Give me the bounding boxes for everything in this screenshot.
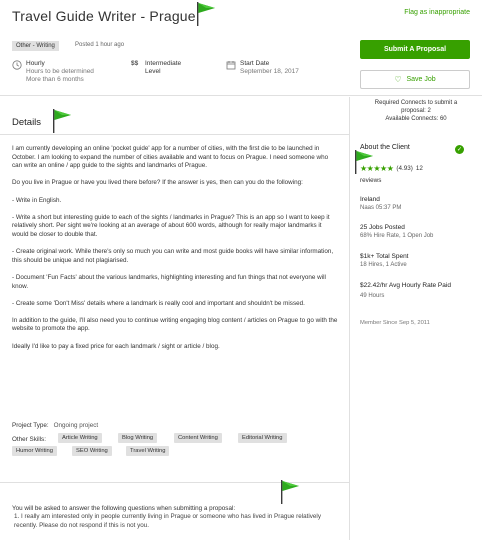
description-paragraph: - Create some 'Don't Miss' details where… <box>12 299 305 307</box>
hires-active: 18 Hires, 1 Active <box>360 262 407 268</box>
skill-tag[interactable]: Content Writing <box>174 433 222 443</box>
client-country: Ireland <box>360 196 380 203</box>
rating-score: (4.93) <box>396 165 413 172</box>
verified-check-icon: ✓ <box>455 145 464 154</box>
avg-hourly-rate: $22.42/hr Avg Hourly Rate Paid <box>360 282 451 289</box>
hourly-length: More than 6 months <box>26 76 84 83</box>
member-since: Member Since Sep 5, 2011 <box>360 320 430 326</box>
level-label: Intermediate <box>145 60 182 67</box>
save-job-label: Save Job <box>406 76 436 83</box>
questions-list: 1. I really am interested only in people… <box>14 513 334 530</box>
posted-time: Posted 1 hour ago <box>75 42 125 48</box>
details-divider <box>0 134 350 135</box>
heart-icon: ♡ <box>394 75 402 84</box>
review-count: 12 <box>415 165 423 172</box>
calendar-icon <box>226 60 236 70</box>
category-badge[interactable]: Other - Writing <box>12 41 59 51</box>
description-paragraph: - Write a short but interesting guide to… <box>12 213 330 238</box>
questions-intro: You will be asked to answer the followin… <box>12 505 236 512</box>
level-label-2: Level <box>145 68 161 75</box>
client-avg-rate: $22.42/hr Avg Hourly Rate Paid 49 Hours <box>360 281 464 301</box>
total-spent: $1k+ Total Spent <box>360 253 409 260</box>
description-paragraph: Do you live in Prague or have you lived … <box>12 179 303 187</box>
client-jobs-posted: 25 Jobs Posted 68% Hire Rate, 1 Open Job <box>360 224 433 239</box>
clock-icon <box>12 60 22 70</box>
description-paragraph: - Create original work. While there's on… <box>12 248 334 264</box>
dollar-level-icon: $$ <box>131 60 139 67</box>
green-flag-icon <box>280 480 300 504</box>
start-date-label: Start Date <box>240 60 270 67</box>
description-paragraph: - Document 'Fun Facts' about the various… <box>12 273 326 290</box>
skill-tag[interactable]: Blog Writing <box>118 433 158 443</box>
connects-line-1: Required Connects to submit a <box>374 100 458 106</box>
hire-rate: 68% Hire Rate, 1 Open Job <box>360 233 434 239</box>
job-description: I am currently developing an online 'poc… <box>12 145 338 360</box>
connects-line-2: proposal: 2 <box>401 108 431 114</box>
hourly-label: Hourly <box>26 60 45 67</box>
save-job-button[interactable]: ♡ Save Job <box>360 70 470 89</box>
hourly-duration: Hours to be determined <box>26 68 94 75</box>
description-paragraph: Ideally I'd like to pay a fixed price fo… <box>12 342 220 350</box>
description-paragraph: In addition to the guide, I'll also need… <box>12 316 338 333</box>
page-title: Travel Guide Writer - Prague <box>12 8 196 24</box>
skill-tag[interactable]: Travel Writing <box>126 446 170 456</box>
project-type-label: Project Type: <box>12 422 49 429</box>
client-location: Ireland Naas 05:37 PM <box>360 196 401 211</box>
skills-label: Other Skills: <box>12 436 46 443</box>
job-details-panel: Details I am currently developing an onl… <box>0 97 350 540</box>
skill-tag[interactable]: Humor Writing <box>12 446 57 456</box>
details-heading: Details <box>12 117 42 128</box>
reviews-label: reviews <box>360 177 382 184</box>
green-flag-icon <box>196 2 216 26</box>
connects-line-3: Available Connects: 60 <box>385 116 447 122</box>
hours-paid: 49 Hours <box>360 293 385 299</box>
project-type-value: Ongoing project <box>53 422 99 429</box>
connects-info: Required Connects to submit a proposal: … <box>350 99 482 123</box>
green-flag-icon <box>52 109 72 133</box>
skill-tag[interactable]: SEO Writing <box>72 446 112 456</box>
flag-inappropriate-link[interactable]: Flag as inappropriate <box>404 9 470 16</box>
skill-tag[interactable]: Editorial Writing <box>238 433 287 443</box>
description-paragraph: - Write in English. <box>12 196 62 204</box>
client-total-spent: $1k+ Total Spent 18 Hires, 1 Active <box>360 253 409 268</box>
start-date-value: September 18, 2017 <box>240 68 299 75</box>
star-rating-icon: ★★★★★ <box>360 164 394 173</box>
job-header: Travel Guide Writer - Prague Flag as ina… <box>0 0 482 96</box>
submit-proposal-button[interactable]: Submit A Proposal <box>360 40 470 59</box>
client-rating: ★★★★★ (4.93) 12 <box>360 164 423 173</box>
client-city-time: Naas 05:37 PM <box>360 205 402 211</box>
jobs-posted: 25 Jobs Posted <box>360 224 405 231</box>
description-paragraph: I am currently developing an online 'poc… <box>12 145 329 170</box>
project-type: Project Type: Ongoing project <box>12 422 98 429</box>
question-item: 1. I really am interested only in people… <box>14 513 321 529</box>
skill-tag[interactable]: Article Writing <box>58 433 102 443</box>
about-client-panel: About the Client ✓ ★★★★★ (4.93) 12 revie… <box>360 144 472 326</box>
